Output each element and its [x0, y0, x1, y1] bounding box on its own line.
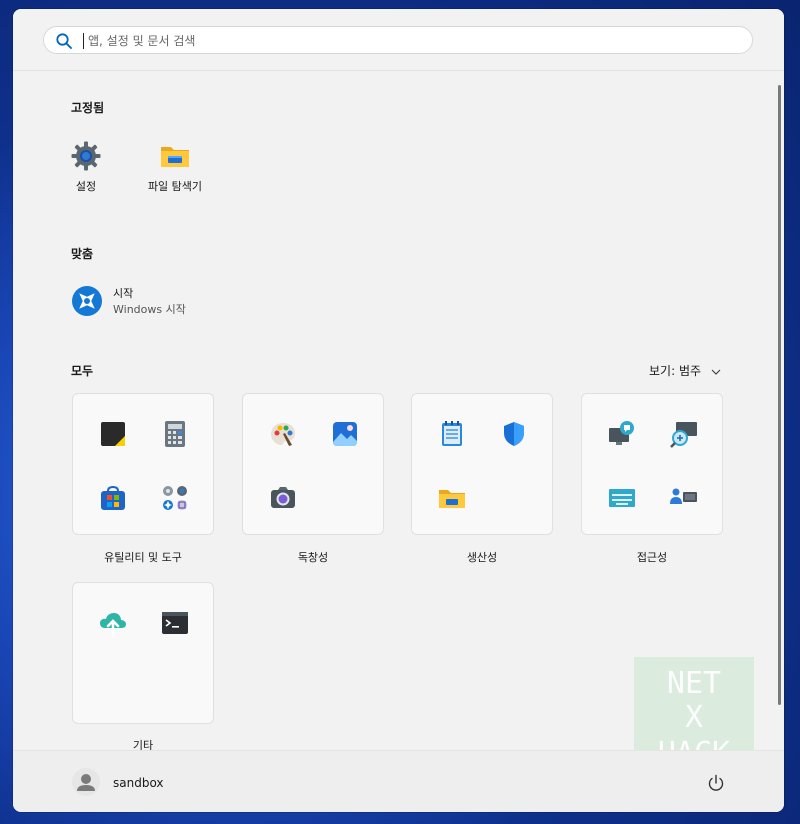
search-input[interactable] — [86, 30, 730, 52]
pinned-item-label: 파일 탐색기 — [147, 180, 203, 193]
magnifier-icon — [670, 422, 697, 448]
scrollbar[interactable] — [778, 85, 781, 705]
all-apps-title: 모두 — [71, 364, 94, 378]
watermark-line2: X — [685, 700, 703, 735]
recommended-item-subtitle: Windows 시작 — [113, 303, 186, 316]
recommended-title: 맞춤 — [71, 247, 94, 261]
voice-access-icon — [670, 488, 697, 504]
category-folder-accessibility[interactable] — [581, 393, 723, 535]
get-started-icon — [72, 286, 102, 316]
defender-icon — [504, 422, 524, 446]
pinned-item-file-explorer[interactable]: 파일 탐색기 — [135, 140, 215, 194]
view-mode-dropdown[interactable]: 보기: 범주 — [649, 362, 721, 379]
narrator-icon — [609, 421, 634, 445]
onedrive-icon — [100, 613, 126, 637]
category-label: 생산성 — [466, 551, 498, 564]
category-label: 독창성 — [297, 551, 329, 564]
folder-icon — [439, 490, 465, 508]
watermark-line1: NET — [667, 666, 721, 701]
paint-icon — [271, 423, 295, 446]
notepad-icon — [442, 421, 462, 446]
category-folder-creativity[interactable] — [242, 393, 384, 535]
view-mode-label: 보기: 범주 — [649, 364, 702, 378]
pinned-item-settings[interactable]: 설정 — [46, 140, 126, 194]
category-label: 유틸리티 및 도구 — [104, 551, 182, 564]
category-folder-other[interactable] — [72, 582, 214, 724]
folder-icon — [161, 147, 189, 167]
store-icon — [101, 485, 125, 510]
gear-icon — [71, 141, 101, 171]
recommended-item-get-started[interactable]: 시작 Windows 시작 — [71, 285, 271, 317]
sticky-notes-icon — [101, 422, 125, 446]
power-icon[interactable] — [706, 773, 726, 793]
category-folder-productivity[interactable] — [411, 393, 553, 535]
calculator-icon — [165, 421, 185, 447]
start-menu: 고정됨 설정 파일 탐색기 맞춤 — [13, 9, 784, 812]
user-icon — [77, 774, 95, 791]
category-label: 접근성 — [636, 551, 668, 564]
control-panel-icon — [163, 486, 187, 510]
pinned-item-label: 설정 — [75, 180, 97, 193]
chevron-down-icon — [711, 369, 721, 375]
search-area — [13, 9, 784, 71]
avatar[interactable] — [72, 768, 100, 796]
camera-icon — [271, 487, 295, 508]
user-bar: sandbox — [13, 750, 784, 812]
pinned-title: 고정됨 — [71, 101, 105, 115]
text-caret — [83, 33, 84, 49]
username[interactable]: sandbox — [113, 776, 164, 790]
search-icon — [56, 33, 72, 49]
search-box[interactable] — [43, 26, 753, 54]
category-folder-utilities[interactable] — [72, 393, 214, 535]
recommended-item-title: 시작 — [113, 287, 134, 300]
onscreen-keyboard-icon — [609, 489, 635, 507]
terminal-icon — [162, 612, 188, 634]
photos-icon — [333, 422, 357, 446]
